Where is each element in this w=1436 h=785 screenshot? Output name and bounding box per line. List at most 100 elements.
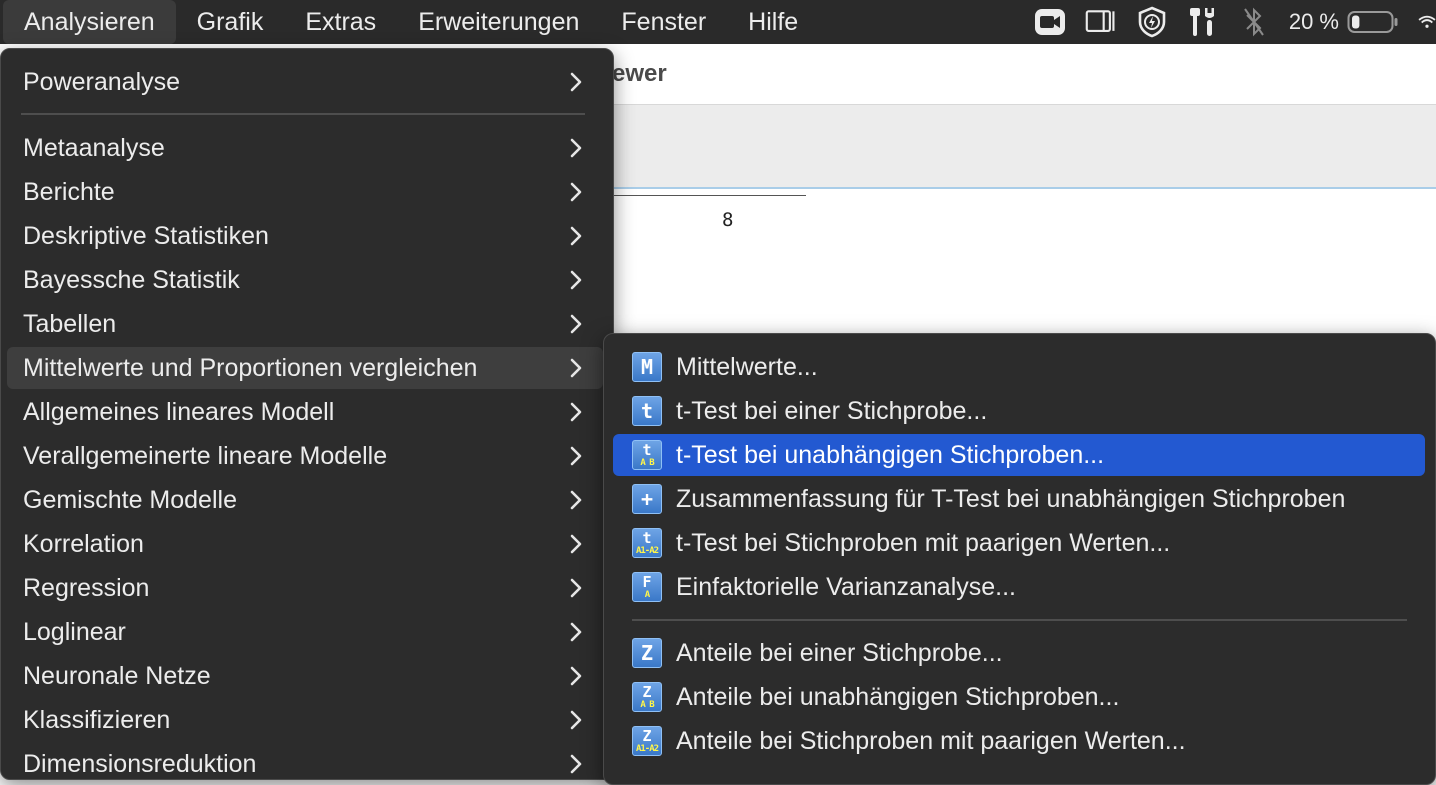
- procedure-icon: ZA B: [632, 682, 662, 712]
- menu-item-deskriptive-statistiken[interactable]: Deskriptive Statistiken: [7, 215, 603, 257]
- chevron-right-icon: [570, 578, 582, 598]
- chevron-right-icon: [570, 666, 582, 686]
- status-area: 20 %: [1034, 0, 1436, 44]
- menu-item-metaanalyse[interactable]: Metaanalyse: [7, 127, 603, 169]
- chevron-right-icon: [570, 72, 582, 92]
- submenu-item-4[interactable]: + Zusammenfassung für T-Test bei unabhäng…: [613, 478, 1425, 520]
- menu-item-label: Dimensionsreduktion: [23, 749, 257, 778]
- menu-item-poweranalyse[interactable]: Poweranalyse: [7, 61, 603, 103]
- video-camera-icon[interactable]: [1034, 6, 1066, 38]
- menu-item-label: Loglinear: [23, 617, 126, 646]
- procedure-icon: +: [632, 484, 662, 514]
- battery-level-fill: [1352, 15, 1360, 29]
- menu-item-label: Bayessche Statistik: [23, 265, 240, 294]
- menu-item-tabellen[interactable]: Tabellen: [7, 303, 603, 345]
- mittelwerte-submenu: M Mittelwerte... t t-Test bei einer Stichpr…: [603, 333, 1436, 785]
- icon-glyph: M: [640, 355, 654, 379]
- submenu-item-5[interactable]: t A1-A2 t-Test bei Stichproben mit paarige…: [613, 522, 1425, 564]
- menu-hilfe[interactable]: Hilfe: [727, 0, 819, 44]
- menu-item-gemischte-modelle[interactable]: Gemischte Modelle: [7, 479, 603, 521]
- submenu-item-label: t-Test bei Stichproben mit paarigen Wert…: [676, 528, 1171, 557]
- menu-item-label: Metaanalyse: [23, 133, 165, 162]
- menu-item-label: Regression: [23, 573, 150, 602]
- submenu-item-label: t-Test bei einer Stichprobe...: [676, 396, 988, 425]
- battery-percent: 20 %: [1288, 9, 1339, 34]
- chevron-right-icon: [570, 534, 582, 554]
- menu-item-neuronale-netze[interactable]: Neuronale Netze: [7, 655, 603, 697]
- menu-item-label: Klassifizieren: [23, 705, 171, 734]
- menu-item-bayessche-statistik[interactable]: Bayessche Statistik: [7, 259, 603, 301]
- menu-item-label: Verallgemeinerte lineare Modelle: [23, 441, 388, 470]
- icon-subscript: A B: [640, 700, 654, 710]
- menu-item-berichte[interactable]: Berichte: [7, 171, 603, 213]
- submenu-item-label: Mittelwerte...: [676, 352, 818, 381]
- menu-erweiterungen[interactable]: Erweiterungen: [397, 0, 600, 44]
- chevron-right-icon: [570, 446, 582, 466]
- menu-item-label: Gemischte Modelle: [23, 485, 237, 514]
- menu-analysieren[interactable]: Analysieren: [3, 0, 176, 44]
- sidebar-window-icon[interactable]: [1085, 6, 1117, 38]
- menu-item-dimensionsreduktion[interactable]: Dimensionsreduktion: [7, 743, 603, 785]
- submenu-separator: [632, 619, 1407, 621]
- chevron-right-icon: [570, 754, 582, 774]
- menu-grafik[interactable]: Grafik: [176, 0, 285, 44]
- menu-item-klassifizieren[interactable]: Klassifizieren: [7, 699, 603, 741]
- menu-item-allgemeines-lineares-modell[interactable]: Allgemeines lineares Modell: [7, 391, 603, 433]
- submenu-item-label: t-Test bei unabhängigen Stichproben...: [676, 440, 1105, 469]
- menu-item-mittelwerte-und-proportionen-vergleichen[interactable]: Mittelwerte und Proportionen vergleichen: [7, 347, 603, 389]
- submenu-item-9[interactable]: Z A1-A2 Anteile bei Stichproben mit paarig…: [613, 720, 1425, 762]
- icon-glyph: Z: [642, 683, 652, 701]
- procedure-icon: t: [632, 396, 662, 426]
- submenu-item-8[interactable]: ZA B Anteile bei unabhängigen Stichproben…: [613, 676, 1425, 718]
- chevron-right-icon: [570, 402, 582, 422]
- procedure-icon: t A1-A2: [632, 528, 662, 558]
- icon-glyph: Z: [642, 727, 652, 745]
- wifi-icon[interactable]: [1418, 6, 1436, 38]
- icon-glyph: t: [642, 529, 652, 547]
- submenu-item-7[interactable]: Z Anteile bei einer Stichprobe...: [613, 632, 1425, 674]
- chevron-right-icon: [570, 182, 582, 202]
- submenu-item-label: Anteile bei Stichproben mit paarigen Wer…: [676, 726, 1186, 755]
- chevron-right-icon: [570, 226, 582, 246]
- icon-glyph: Z: [640, 641, 654, 665]
- menu-item-regression[interactable]: Regression: [7, 567, 603, 609]
- menu-item-label: Tabellen: [23, 309, 117, 338]
- menu-item-korrelation[interactable]: Korrelation: [7, 523, 603, 565]
- menu-item-loglinear[interactable]: Loglinear: [7, 611, 603, 653]
- output-cell-value: 8: [722, 209, 734, 231]
- icon-subscript: A1-A2: [635, 546, 659, 556]
- icon-glyph: t: [640, 399, 654, 423]
- tools-icon[interactable]: [1187, 6, 1219, 38]
- menu-item-label: Berichte: [23, 177, 115, 206]
- menu-item-label: Mittelwerte und Proportionen vergleichen: [23, 353, 478, 382]
- submenu-item-3[interactable]: tA B t-Test bei unabhängigen Stichproben.…: [613, 434, 1425, 476]
- menu-fenster[interactable]: Fenster: [600, 0, 727, 44]
- icon-subscript: A1-A2: [635, 744, 659, 754]
- menubar: Analysieren Grafik Extras Erweiterungen …: [0, 0, 1436, 44]
- menu-item-label: Neuronale Netze: [23, 661, 211, 690]
- submenu-item-label: Zusammenfassung für T-Test bei unabhängi…: [676, 484, 1346, 513]
- procedure-icon: FA: [632, 572, 662, 602]
- submenu-item-2[interactable]: t t-Test bei einer Stichprobe...: [613, 390, 1425, 432]
- menu-item-label: Poweranalyse: [23, 67, 181, 96]
- chevron-right-icon: [570, 358, 582, 378]
- output-table-rule: [612, 195, 806, 196]
- menu-item-verallgemeinerte-lineare-modelle[interactable]: Verallgemeinerte lineare Modelle: [7, 435, 603, 477]
- shield-icon[interactable]: [1136, 6, 1168, 38]
- icon-subscript: A: [644, 590, 650, 600]
- submenu-item-label: Anteile bei einer Stichprobe...: [676, 638, 1003, 667]
- procedure-icon: M: [632, 352, 662, 382]
- procedure-icon: tA B: [632, 440, 662, 470]
- icon-glyph: t: [642, 441, 652, 459]
- icon-glyph: +: [640, 487, 654, 511]
- menu-extras[interactable]: Extras: [284, 0, 397, 44]
- viewer-title: ewer: [612, 60, 667, 87]
- submenu-item-6[interactable]: F A Einfaktorielle Varianzanalyse...: [613, 566, 1425, 608]
- submenu-item-1[interactable]: M Mittelwerte...: [613, 346, 1425, 388]
- analysieren-menu: Poweranalyse Metaanalyse Berichte Deskripti…: [0, 48, 614, 780]
- submenu-item-label: Einfaktorielle Varianzanalyse...: [676, 572, 1016, 601]
- bluetooth-off-icon[interactable]: [1238, 6, 1270, 38]
- icon-glyph: F: [642, 573, 652, 591]
- battery-icon[interactable]: [1347, 6, 1399, 38]
- submenu-item-label: Anteile bei unabhängigen Stichproben...: [676, 682, 1120, 711]
